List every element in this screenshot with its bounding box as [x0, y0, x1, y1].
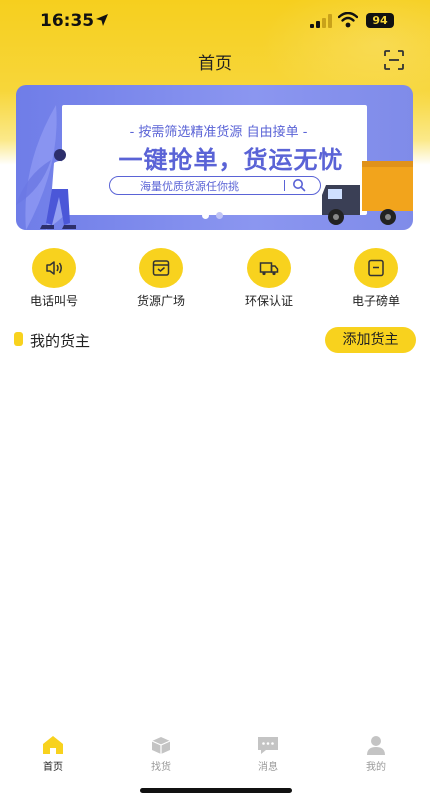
quick-actions: 电话叫号 货源广场 环保认证 电子磅单 [0, 248, 430, 310]
battery-indicator: 94 [366, 13, 394, 28]
tab-label: 找货 [151, 762, 171, 773]
my-shippers-section: 我的货主 添加货主 [14, 327, 416, 353]
tab-messages[interactable]: 消息 [238, 728, 298, 778]
quick-action-circle [354, 248, 398, 288]
quick-action-phone-call[interactable]: 电话叫号 [14, 248, 94, 310]
user-icon [367, 736, 385, 755]
quick-action-circle [32, 248, 76, 288]
tab-label: 首页 [43, 762, 63, 773]
speaker-icon [46, 261, 62, 275]
tab-home[interactable]: 首页 [23, 728, 83, 778]
tab-bar: 首页 找货 消息 我的 [0, 728, 430, 780]
section-title: 我的货主 [30, 332, 91, 350]
truck-icon [259, 262, 279, 276]
scan-icon[interactable] [383, 49, 405, 71]
status-bar: 16:35 94 [0, 0, 430, 44]
person-illustration-icon [40, 149, 76, 229]
tab-label: 我的 [366, 762, 386, 773]
box-icon [152, 260, 170, 276]
truck-illustration-icon [322, 161, 413, 225]
quick-action-label: 电子磅单 [351, 294, 400, 308]
section-marker [14, 332, 23, 346]
wifi-icon [338, 12, 358, 28]
ticket-icon [368, 259, 384, 277]
quick-action-label: 电话叫号 [29, 294, 78, 308]
quick-action-cargo-square[interactable]: 货源广场 [121, 248, 201, 310]
quick-action-label: 货源广场 [136, 294, 185, 308]
quick-action-circle [247, 248, 291, 288]
status-time: 16:35 [40, 11, 95, 31]
tab-label: 消息 [258, 762, 278, 773]
tab-mine[interactable]: 我的 [346, 728, 406, 778]
tab-find-cargo[interactable]: 找货 [131, 728, 191, 778]
parcel-icon [151, 737, 171, 754]
carousel-dot[interactable] [216, 212, 223, 219]
quick-action-label: 环保认证 [244, 294, 293, 308]
quick-action-e-ticket[interactable]: 电子磅单 [336, 248, 416, 310]
add-shipper-button[interactable]: 添加货主 [325, 327, 416, 353]
search-icon [293, 179, 306, 192]
quick-action-circle [139, 248, 183, 288]
home-icon [43, 736, 63, 754]
page-title: 首页 [198, 54, 232, 74]
message-icon [258, 737, 278, 754]
carousel-dots [202, 212, 232, 220]
banner-search-divider [284, 180, 285, 191]
home-indicator [140, 788, 292, 793]
cellular-signal-icon [310, 14, 332, 28]
quick-action-eco-cert[interactable]: 环保认证 [229, 248, 309, 310]
location-arrow-icon [96, 14, 108, 26]
banner-search-box: 海量优质货源任你挑 [109, 176, 321, 195]
banner-search-text: 海量优质货源任你挑 [140, 180, 239, 193]
carousel-dot-active[interactable] [202, 212, 209, 219]
banner-subtitle: - 按需筛选精准货源 自由接单 - [129, 125, 308, 140]
promo-banner[interactable]: - 按需筛选精准货源 自由接单 - 一键抢单，货运无忧 海量优质货源任你挑 [16, 85, 413, 230]
